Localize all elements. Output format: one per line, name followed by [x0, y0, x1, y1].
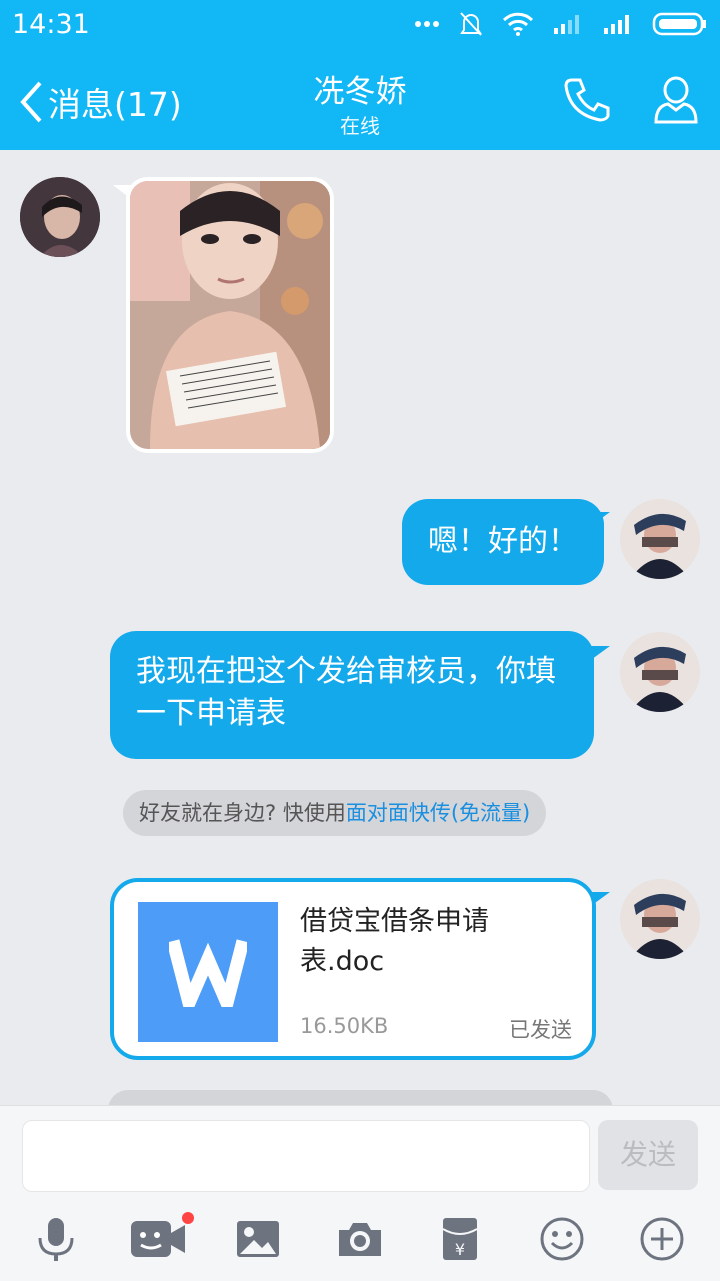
my-avatar[interactable]	[620, 632, 700, 712]
contact-name: 冼冬娇	[313, 74, 407, 110]
file-status: 已发送	[509, 1018, 572, 1042]
image-icon[interactable]	[228, 1214, 288, 1264]
chat-area[interactable]: 嗯！好的！ 我现在把这个发给审核员，你填一下申请表 好友就在身边? 快使用面对面…	[0, 150, 720, 1105]
face-to-face-link[interactable]: 面对面快传(免流量)	[346, 801, 530, 825]
video-icon[interactable]	[128, 1212, 194, 1264]
system-tip: 好友就在身边? 快使用面对面快传(免流量)	[123, 790, 547, 836]
input-bar: 发送 ¥	[0, 1105, 720, 1281]
message-input[interactable]	[22, 1120, 590, 1192]
my-avatar-image	[620, 499, 700, 579]
my-avatar-image	[620, 879, 700, 959]
more-dots-icon	[415, 21, 439, 27]
partial-system-tip	[108, 1090, 613, 1105]
plus-icon[interactable]	[632, 1214, 692, 1264]
camera-icon[interactable]	[330, 1214, 390, 1264]
header-bar: 14:31 消息(17) 冼冬娇 在线	[0, 0, 720, 150]
contact-status: 在线	[340, 114, 380, 138]
photo-image	[130, 181, 330, 449]
phone-icon[interactable]	[562, 74, 612, 124]
my-avatar[interactable]	[620, 879, 700, 959]
sent-message[interactable]: 嗯！好的！	[402, 499, 604, 585]
svg-text:¥: ¥	[455, 1240, 465, 1259]
profile-icon[interactable]	[652, 74, 700, 126]
status-icons	[414, 10, 708, 38]
word-doc-icon	[138, 902, 278, 1042]
emoji-icon[interactable]	[532, 1214, 592, 1264]
signal-icon-2	[604, 15, 629, 34]
status-time: 14:31	[12, 9, 90, 40]
send-button[interactable]: 发送	[598, 1120, 698, 1190]
video-new-badge	[182, 1212, 194, 1224]
wifi-icon	[502, 12, 534, 36]
my-avatar[interactable]	[620, 499, 700, 579]
contact-avatar[interactable]	[20, 177, 100, 257]
mic-icon[interactable]	[26, 1214, 86, 1264]
sent-message[interactable]: 我现在把这个发给审核员，你填一下申请表	[110, 631, 594, 759]
file-message[interactable]: 借贷宝借条申请表.doc 16.50KB 已发送	[110, 878, 596, 1060]
signal-icon	[554, 15, 579, 34]
status-bar: 14:31	[0, 0, 720, 52]
battery-icon	[652, 12, 706, 36]
contact-avatar-image	[20, 177, 100, 257]
tip-text: 好友就在身边? 快使用	[139, 801, 346, 825]
red-packet-icon[interactable]: ¥	[430, 1214, 490, 1264]
file-name: 借贷宝借条申请表.doc	[300, 906, 489, 977]
file-size: 16.50KB	[300, 1014, 389, 1038]
my-avatar-image	[620, 632, 700, 712]
mute-bell-icon	[460, 12, 482, 36]
photo-message[interactable]	[126, 177, 334, 453]
